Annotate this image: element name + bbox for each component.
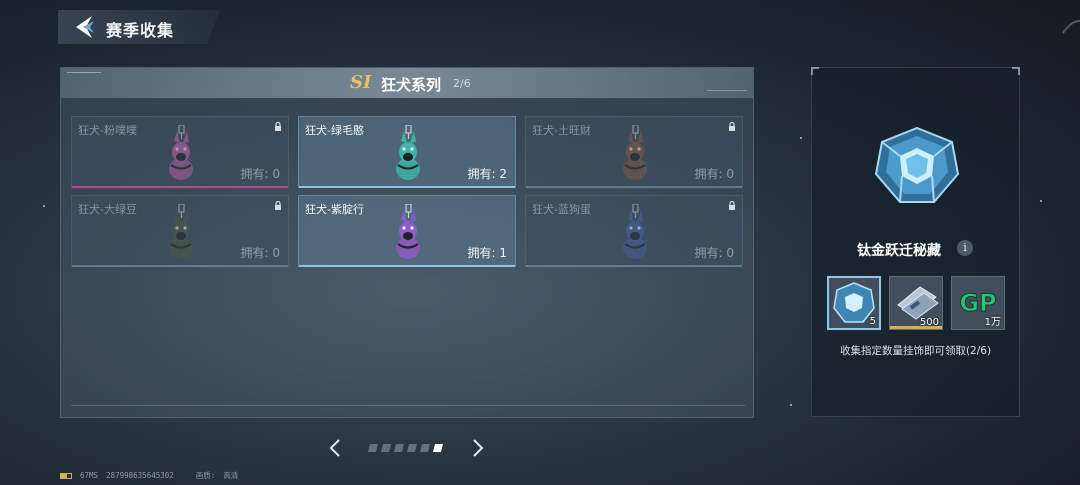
card-underline: [526, 186, 742, 188]
header-decoration: [67, 72, 101, 75]
collection-card[interactable]: 狂犬-蓝狗蛋拥有: 0: [525, 195, 743, 267]
back-arrow-icon: [76, 16, 94, 38]
series-header: SI 狂犬系列 2/6: [61, 68, 753, 98]
card-name: 狂犬-紫腚行: [305, 203, 364, 216]
card-underline: [72, 186, 288, 188]
reward-panel: 钛金跃迁秘藏 i 5 500 GP 1万 收集指定数量挂饰即可领取(2/6): [811, 67, 1020, 417]
collection-card[interactable]: 狂犬-粉噗噗拥有: 0: [71, 116, 289, 188]
reward-item-voucher[interactable]: 500: [889, 276, 943, 330]
lock-icon: [729, 201, 735, 210]
collection-panel: SI 狂犬系列 2/6 狂犬-粉噗噗 拥有: 0 狂犬-绿毛憨 拥有: 2 狂犬-土旺财…: [60, 67, 754, 418]
owned-count: 拥有: 0: [240, 167, 281, 181]
prev-page-button[interactable]: [328, 438, 342, 458]
header-decoration: [707, 87, 747, 91]
user-id-text: 287998635645302: [106, 471, 174, 480]
quality-value: 高清: [223, 471, 239, 480]
ping-text: 67MS: [80, 471, 99, 480]
season-tag: SI: [350, 72, 372, 93]
decorative-arc: [1050, 20, 1080, 150]
page-dot[interactable]: [368, 444, 378, 452]
reward-item-gp[interactable]: GP 1万: [951, 276, 1005, 330]
reward-qty: 5: [869, 316, 876, 327]
back-button[interactable]: [72, 14, 96, 40]
card-underline: [526, 265, 742, 267]
divider: [71, 405, 745, 406]
titanium-chest-icon[interactable]: [874, 126, 960, 206]
reward-item-chest[interactable]: 5: [827, 276, 881, 330]
dog-pendant-icon: [169, 204, 193, 259]
dog-pendant-icon: [623, 204, 647, 259]
page-title: 赛季收集: [106, 21, 175, 40]
owned-count: 拥有: 0: [240, 246, 281, 260]
reward-qty: 1万: [984, 317, 1001, 328]
lock-icon: [275, 122, 281, 131]
page-dot[interactable]: [394, 444, 404, 452]
collection-card[interactable]: 狂犬-紫腚行拥有: 1: [298, 195, 516, 267]
chevron-left-icon: [329, 439, 340, 457]
page-dot[interactable]: [433, 444, 443, 452]
card-name: 狂犬-绿毛憨: [305, 124, 364, 137]
dog-pendant-icon: [396, 125, 420, 180]
corner-decoration: [1012, 67, 1020, 75]
owned-count: 拥有: 0: [694, 246, 735, 260]
owned-count: 拥有: 0: [694, 167, 735, 181]
card-name: 狂犬-粉噗噗: [78, 124, 137, 137]
dog-pendant-icon: [396, 204, 420, 259]
info-icon[interactable]: i: [957, 240, 973, 256]
card-name: 狂犬-土旺财: [532, 124, 591, 137]
reward-description: 收集指定数量挂饰即可领取(2/6): [839, 345, 992, 357]
corner-decoration: [811, 67, 819, 75]
card-underline: [299, 265, 515, 267]
page-dot[interactable]: [407, 444, 417, 452]
card-underline: [299, 186, 515, 188]
collection-card[interactable]: 狂犬-绿毛憨拥有: 2: [298, 116, 516, 188]
dog-pendant-icon: [623, 125, 647, 180]
reward-name: 钛金跃迁秘藏: [857, 243, 941, 259]
lock-icon: [729, 122, 735, 131]
page-dot[interactable]: [381, 444, 391, 452]
collection-card[interactable]: 狂犬-土旺财拥有: 0: [525, 116, 743, 188]
dog-pendant-icon: [169, 125, 193, 180]
next-page-button[interactable]: [471, 438, 485, 458]
battery-icon: [60, 472, 72, 479]
series-title: 狂犬系列: [381, 76, 442, 94]
quality-label: 画质:: [195, 471, 216, 480]
reward-qty: 500: [919, 317, 939, 328]
owned-count: 拥有: 1: [467, 246, 508, 260]
card-underline: [72, 265, 288, 267]
page-dot[interactable]: [420, 444, 430, 452]
series-progress: 2/6: [453, 77, 471, 90]
status-footer: 67MS 287998635645302 画质: 高清: [60, 470, 238, 481]
collection-card[interactable]: 狂犬-大绿豆拥有: 0: [71, 195, 289, 267]
chevron-right-icon: [473, 439, 484, 457]
card-name: 狂犬-蓝狗蛋: [532, 203, 591, 216]
lock-icon: [275, 201, 281, 210]
card-name: 狂犬-大绿豆: [78, 203, 137, 216]
owned-count: 拥有: 2: [467, 167, 508, 181]
page-indicator: [368, 444, 443, 452]
